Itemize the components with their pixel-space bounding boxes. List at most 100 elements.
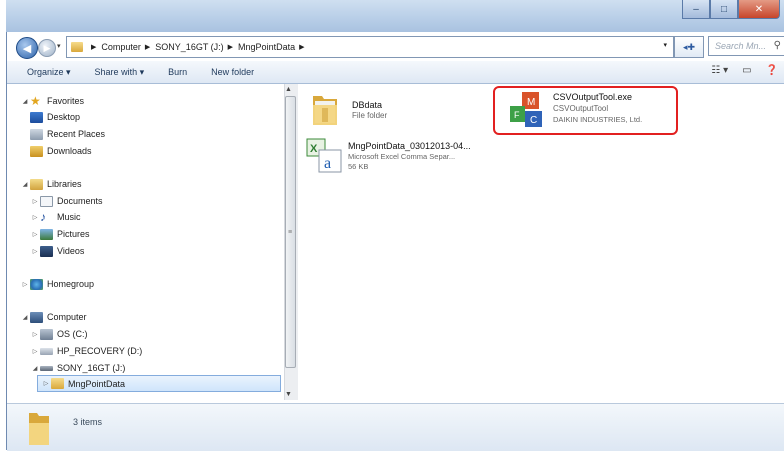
command-toolbar: Organize ▾ Share with ▾ Burn New folder … xyxy=(7,61,784,84)
nav-label: OS (C:) xyxy=(57,329,88,339)
desktop-icon xyxy=(30,111,43,123)
nav-recent-places[interactable]: Recent Places xyxy=(30,127,105,141)
nav-computer[interactable]: ◢ Computer xyxy=(20,310,87,324)
file-type: Microsoft Excel Comma Separ... xyxy=(348,152,456,161)
nav-os-drive[interactable]: ▷ OS (C:) xyxy=(30,327,88,341)
forward-button[interactable]: ▶ xyxy=(38,39,56,57)
close-icon: ✕ xyxy=(754,3,764,15)
nav-documents[interactable]: ▷ Documents xyxy=(30,194,103,208)
drive-icon xyxy=(40,347,53,355)
view-options: ☷ ▾ ▭ ❓ xyxy=(711,65,778,76)
chevron-right-icon[interactable]: ▶ xyxy=(145,43,150,51)
forward-arrow-icon: ▶ xyxy=(43,42,51,53)
svg-text:X: X xyxy=(310,143,318,155)
title-bar[interactable] xyxy=(6,0,784,32)
nav-sony-drive[interactable]: ◢ SONY_16GT (J:) xyxy=(30,361,126,375)
collapse-arrow-icon[interactable]: ▷ xyxy=(30,331,40,338)
details-pane xyxy=(7,403,784,451)
nav-homegroup[interactable]: ▷ Homegroup xyxy=(20,277,94,291)
address-dropdown-icon[interactable]: ▾ xyxy=(663,41,667,49)
back-arrow-icon: ◀ xyxy=(22,42,32,55)
nav-libraries[interactable]: ◢ Libraries xyxy=(20,177,82,191)
folder-icon xyxy=(71,42,83,52)
folder-icon xyxy=(29,413,49,445)
expand-arrow-icon[interactable]: ◢ xyxy=(30,365,40,372)
collapse-arrow-icon[interactable]: ▷ xyxy=(30,198,40,205)
documents-icon xyxy=(40,195,53,207)
expand-arrow-icon[interactable]: ◢ xyxy=(20,181,30,188)
downloads-icon xyxy=(30,145,43,157)
search-icon[interactable]: ⚲ xyxy=(774,40,781,51)
minimize-button[interactable]: – xyxy=(682,0,710,19)
breadcrumb-sony-drive[interactable]: SONY_16GT (J:) xyxy=(155,42,223,52)
breadcrumb-mngpointdata[interactable]: MngPointData xyxy=(238,42,295,52)
grip-icon: ≡ xyxy=(288,229,293,236)
excel-csv-icon: X a xyxy=(306,138,342,173)
chevron-right-icon[interactable]: ▶ xyxy=(91,43,96,51)
organize-button[interactable]: Organize ▾ xyxy=(7,67,83,78)
file-item-mngpointdata-csv[interactable]: X a MngPointData_03012013-04... Microsof… xyxy=(306,138,481,176)
file-name: DBdata xyxy=(352,100,383,110)
collapse-arrow-icon[interactable]: ▷ xyxy=(30,348,40,355)
navigation-pane: ◢ ★ Favorites Desktop Recent Places Down… xyxy=(7,84,284,400)
collapse-arrow-icon[interactable]: ▷ xyxy=(30,231,40,238)
nav-desktop[interactable]: Desktop xyxy=(30,110,80,124)
recent-places-icon xyxy=(30,128,43,140)
nav-hp-recovery[interactable]: ▷ HP_RECOVERY (D:) xyxy=(30,344,143,358)
file-name: MngPointData_03012013-04... xyxy=(348,141,471,151)
history-dropdown-icon[interactable]: ▾ xyxy=(57,42,61,50)
collapse-arrow-icon[interactable]: ▷ xyxy=(30,214,40,221)
nav-pictures[interactable]: ▷ Pictures xyxy=(30,227,90,241)
nav-videos[interactable]: ▷ Videos xyxy=(30,244,84,258)
collapse-arrow-icon[interactable]: ▷ xyxy=(20,281,30,288)
nav-favorites[interactable]: ◢ ★ Favorites xyxy=(20,94,84,108)
expand-arrow-icon[interactable]: ◢ xyxy=(20,314,30,321)
music-icon: ♪ xyxy=(40,209,46,224)
nav-label: Homegroup xyxy=(47,279,95,289)
address-bar[interactable]: ▶ Computer ▶ SONY_16GT (J:) ▶ MngPointDa… xyxy=(66,36,674,58)
item-count: 3 items xyxy=(73,417,103,427)
expand-arrow-icon[interactable]: ◢ xyxy=(20,98,30,105)
nav-downloads[interactable]: Downloads xyxy=(30,144,92,158)
maximize-icon: □ xyxy=(720,3,728,15)
collapse-arrow-icon[interactable]: ▷ xyxy=(30,248,40,255)
back-button[interactable]: ◀ xyxy=(16,37,38,59)
nav-label: SONY_16GT (J:) xyxy=(57,363,126,373)
refresh-button[interactable]: ◂✚ xyxy=(674,36,704,58)
nav-label: Pictures xyxy=(57,229,90,239)
change-view-icon[interactable]: ☷ ▾ xyxy=(711,65,728,76)
nav-label: Favorites xyxy=(47,96,85,106)
nav-mngpointdata[interactable]: ▷ MngPointData xyxy=(37,375,281,392)
share-with-button[interactable]: Share with ▾ xyxy=(83,67,157,78)
file-item-dbdata[interactable]: DBdata File folder xyxy=(310,92,460,128)
scroll-up-icon[interactable]: ▲ xyxy=(285,86,292,93)
nav-label: Computer xyxy=(47,312,87,322)
maximize-button[interactable]: □ xyxy=(710,0,738,19)
help-icon[interactable]: ❓ xyxy=(766,65,778,76)
libraries-icon xyxy=(30,178,43,190)
nav-label: Documents xyxy=(57,196,103,206)
breadcrumb: ▶ Computer ▶ SONY_16GT (J:) ▶ MngPointDa… xyxy=(87,42,309,52)
nav-label: Downloads xyxy=(47,146,92,156)
search-input[interactable]: Search Mn... ⚲ xyxy=(708,36,784,56)
nav-label: HP_RECOVERY (D:) xyxy=(57,346,143,356)
new-folder-button[interactable]: New folder xyxy=(199,67,266,77)
highlight-outline xyxy=(493,86,678,135)
nav-music[interactable]: ▷ ♪ Music xyxy=(30,210,81,224)
nav-label: Videos xyxy=(57,246,85,256)
svg-text:a: a xyxy=(324,155,331,172)
minimize-icon: – xyxy=(693,3,699,15)
breadcrumb-computer[interactable]: Computer xyxy=(101,42,141,52)
star-icon: ★ xyxy=(30,93,41,108)
chevron-right-icon[interactable]: ▶ xyxy=(299,43,304,51)
chevron-right-icon[interactable]: ▶ xyxy=(228,43,233,51)
scroll-down-icon[interactable]: ▼ xyxy=(285,391,292,398)
burn-button[interactable]: Burn xyxy=(156,67,199,77)
close-button[interactable]: ✕ xyxy=(738,0,780,19)
preview-pane-icon[interactable]: ▭ xyxy=(742,65,751,76)
refresh-icon: ◂✚ xyxy=(682,41,696,52)
folder-icon xyxy=(51,378,64,389)
collapse-arrow-icon[interactable]: ▷ xyxy=(41,380,51,387)
videos-icon xyxy=(40,245,53,257)
homegroup-icon xyxy=(30,278,43,290)
